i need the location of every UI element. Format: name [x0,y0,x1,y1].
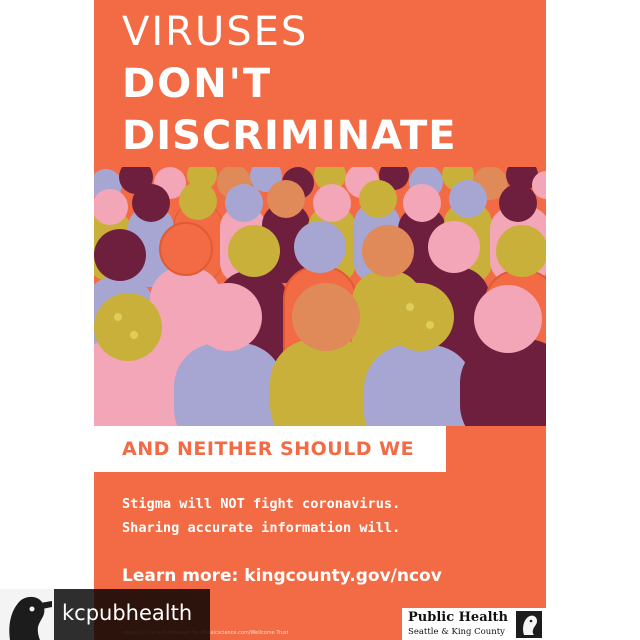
learn-more-link[interactable]: Learn more: kingcounty.gov/ncov [122,566,442,586]
poster: VIRUSES DON'T DISCRIMINATE AND NEITHER S… [94,0,546,640]
headline-line-3: DISCRIMINATE [122,113,457,159]
repost-overlay[interactable]: kcpubhealth [0,589,210,640]
logo-subtitle: Seattle & King County [408,627,505,637]
repost-username[interactable]: kcpubhealth [62,601,192,625]
message-line-1: Stigma will NOT fight coronavirus. [122,496,401,512]
message-block: Stigma will NOT fight coronavirus. Shari… [122,492,400,540]
public-health-logo: Public Health Seattle & King County [402,608,546,640]
headline-line-2: DON'T [122,61,273,107]
crowd-illustration [94,167,546,426]
kcpubhealth-avatar-icon[interactable] [0,589,54,640]
logo-name: Public Health [408,610,509,625]
tagline-banner: AND NEITHER SHOULD WE [94,426,446,472]
poster-headline: VIRUSES DON'T DISCRIMINATE [122,6,457,162]
headline-line-1: VIRUSES [122,9,309,55]
tagline-text: AND NEITHER SHOULD WE [122,438,415,460]
message-line-2: Sharing accurate information will. [122,520,401,536]
king-county-logo-icon [516,611,542,638]
